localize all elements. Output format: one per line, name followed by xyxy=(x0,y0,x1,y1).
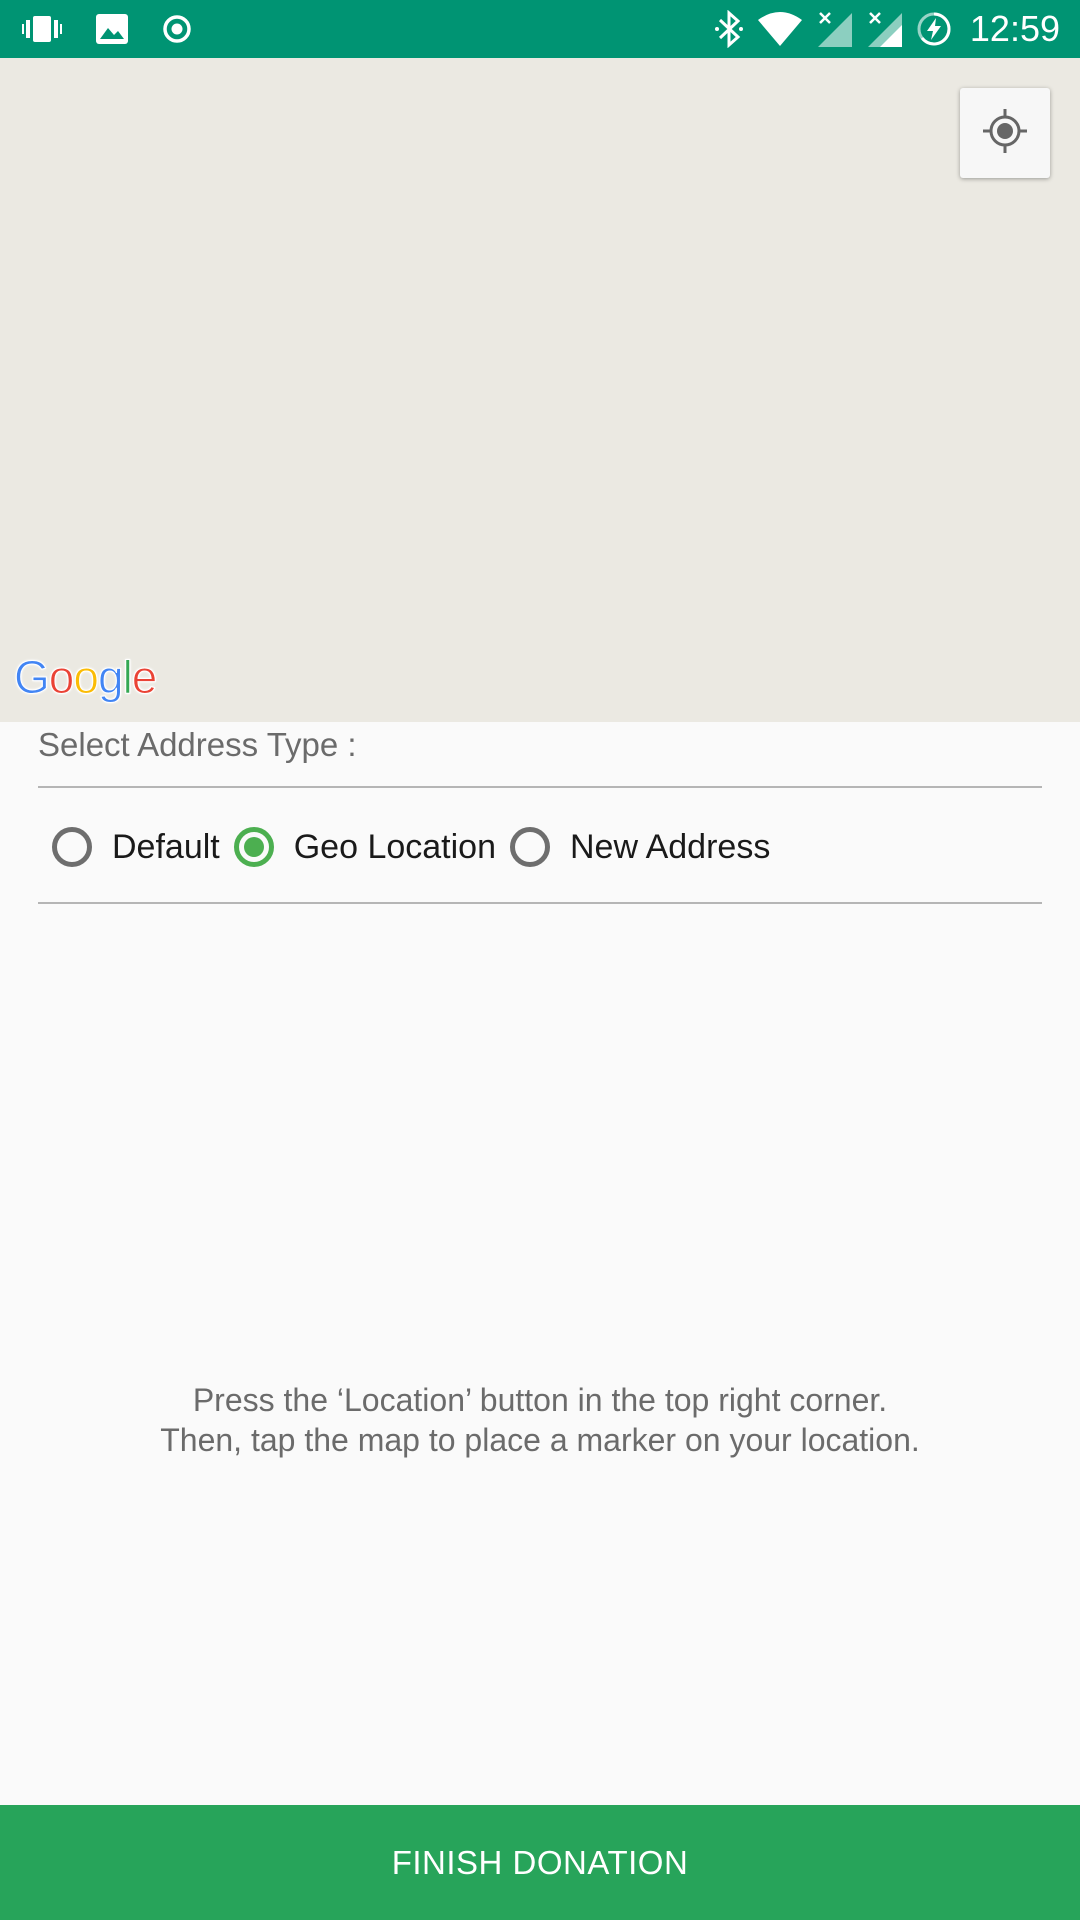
finish-donation-button[interactable]: FINISH DONATION xyxy=(0,1805,1080,1920)
bluetooth-icon xyxy=(714,10,744,48)
radio-new-address-circle[interactable] xyxy=(510,827,550,867)
radio-default[interactable]: Default xyxy=(52,827,220,867)
signal-no-sim-icon xyxy=(816,11,852,47)
address-type-radio-group: Default Geo Location New Address xyxy=(52,822,784,872)
location-instructions: Press the ‘Location’ button in the top r… xyxy=(0,1380,1080,1460)
google-logo: Google xyxy=(14,651,158,704)
radio-new-address[interactable]: New Address xyxy=(510,827,770,867)
clock: 12:59 xyxy=(969,8,1060,49)
image-icon xyxy=(96,14,128,44)
status-bar: 12:59 xyxy=(0,0,1080,58)
my-location-button[interactable] xyxy=(960,88,1050,178)
radio-geo-location[interactable]: Geo Location xyxy=(233,827,496,867)
status-bar-system: 12:59 xyxy=(714,0,1060,58)
address-panel: Select Address Type : Default Geo Locati… xyxy=(0,722,1080,1805)
divider-top xyxy=(38,786,1042,788)
instructions-line-1: Press the ‘Location’ button in the top r… xyxy=(192,1382,888,1418)
radio-new-address-label[interactable]: New Address xyxy=(570,828,770,867)
radio-default-circle[interactable] xyxy=(52,827,92,867)
signal-no-sim-icon xyxy=(866,11,902,47)
instructions-line-2: Then, tap the map to place a marker on y… xyxy=(160,1422,920,1458)
map-view[interactable]: Google xyxy=(0,58,1080,722)
wifi-icon xyxy=(757,12,802,46)
radio-default-label[interactable]: Default xyxy=(112,828,220,867)
status-bar-notifications xyxy=(22,0,192,58)
my-location-icon xyxy=(980,106,1030,161)
radio-geo-location-circle[interactable] xyxy=(233,827,274,867)
radio-selected-dot xyxy=(243,837,264,857)
battery-charging-icon xyxy=(916,11,952,47)
vibrate-icon xyxy=(22,14,62,44)
address-type-label: Select Address Type : xyxy=(38,726,357,763)
record-icon xyxy=(162,14,192,44)
radio-geo-location-label[interactable]: Geo Location xyxy=(294,828,496,867)
divider-bottom xyxy=(38,902,1042,904)
